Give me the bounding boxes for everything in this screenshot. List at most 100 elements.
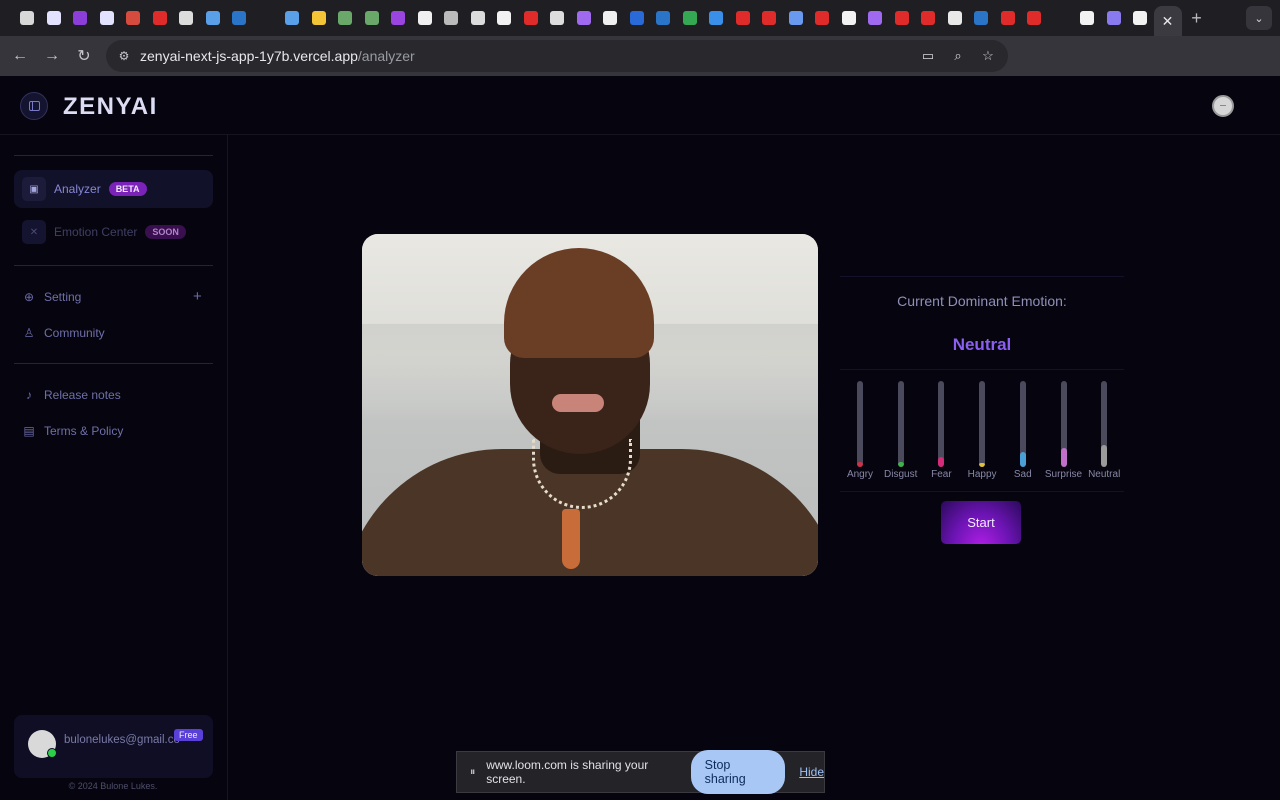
cb-icon[interactable] [624,0,651,36]
sidebar-item-release-notes[interactable]: ♪ Release notes [22,388,121,402]
z-icon[interactable] [67,0,94,36]
sidebar-item-label: Community [44,326,105,340]
blob-icon[interactable] [359,0,386,36]
tab-search-icon[interactable]: ⌄ [1246,6,1272,30]
emotion-panel: Current Dominant Emotion: Neutral Angry D… [840,276,1124,492]
sidebar-item-label: Emotion Center [54,225,138,239]
user-card[interactable]: bulonelukes@gmail.com Free [14,715,213,778]
gemini-icon[interactable] [783,0,810,36]
share-message: www.loom.com is sharing your screen. [486,758,649,786]
sidebar-item-setting[interactable]: ⊕ Setting [22,290,81,304]
compass-icon[interactable] [862,0,889,36]
youtube-icon[interactable] [147,0,174,36]
sidebar-divider [14,155,213,156]
hide-link[interactable]: Hide [799,765,824,779]
bar-track [1101,381,1108,467]
chrome-icon[interactable] [14,0,41,36]
image-icon: ▣ [22,177,46,201]
brand-logo: ZENYAI [63,93,158,120]
sidebar-item-community[interactable]: ♙ Community [22,326,105,340]
back-icon[interactable]: ← [4,36,36,76]
panel-divider [840,491,1124,492]
hugging-icon[interactable] [306,0,333,36]
user-email: bulonelukes@gmail.com [64,734,180,746]
close-tab-icon[interactable]: ✕ [1162,13,1174,30]
address-bar[interactable]: ⚙ zenyai-next-js-app-1y7b.vercel.app/ana… [106,40,1008,72]
youtube-icon[interactable] [730,0,757,36]
expand-plus-icon[interactable]: + [193,288,202,305]
browser-tab-strip: ✕ + ⌄ [0,0,1280,36]
dominant-emotion: Neutral [952,335,1012,354]
maps-icon[interactable] [677,0,704,36]
sidebar-toggle-icon[interactable] [20,92,48,120]
award-icon: ♙ [23,326,35,340]
app-header: ZENYAI [0,76,1280,135]
triangle-icon[interactable] [1127,0,1154,36]
gmail-icon[interactable] [120,0,147,36]
reload-icon[interactable]: ↻ [68,36,100,76]
bar-fill [979,463,986,467]
headphones-icon[interactable] [279,0,306,36]
stack-icon[interactable] [94,0,121,36]
youtube-icon[interactable] [915,0,942,36]
youtube-icon[interactable] [809,0,836,36]
sidebar-item-label: Analyzer [54,182,101,196]
avatar [28,730,57,758]
google-icon[interactable] [942,0,969,36]
triangle-icon[interactable] [491,0,518,36]
blank-icon[interactable] [253,0,280,36]
zenyai-app: ZENYAI ▣ Analyzer BETA ✕ Emotion Center … [0,76,1280,800]
bar-track [857,381,863,467]
camera-icon[interactable]: ▭ [918,46,938,66]
panel-divider [840,369,1124,370]
stop-sharing-button[interactable]: Stop sharing [690,750,786,794]
linkedin-icon[interactable] [226,0,253,36]
screen-share-bar: ⏸ www.loom.com is sharing your screen. S… [456,750,825,794]
forward-icon[interactable]: → [36,36,68,76]
cloud-icon[interactable] [544,0,571,36]
ai-icon[interactable] [438,0,465,36]
triangle-icon[interactable] [836,0,863,36]
site-settings-icon[interactable]: ⚙ [116,48,132,64]
url-path: /analyzer [357,48,415,64]
sidebar-item-terms[interactable]: ▤ Terms & Policy [22,424,123,438]
compass-icon[interactable] [571,0,598,36]
plus-circle-icon: ⊕ [23,290,35,304]
headphones-icon[interactable] [200,0,227,36]
r-icon[interactable] [597,0,624,36]
youtube-icon[interactable] [756,0,783,36]
webcam-feed [362,234,818,576]
sidebar-item-label: Setting [44,290,82,304]
pause-icon[interactable]: ⏸ [465,766,480,779]
s-icon[interactable] [385,0,412,36]
blob-icon[interactable] [332,0,359,36]
sidebar-item-emotion-center: ✕ Emotion Center SOON [14,213,213,251]
bug-icon[interactable] [173,0,200,36]
header-avatar[interactable] [1212,95,1234,117]
bug-icon[interactable] [465,0,492,36]
bookmark-star-icon[interactable]: ☆ [978,46,998,66]
start-button[interactable]: Start [941,501,1021,544]
blank-icon[interactable] [1048,0,1075,36]
youtube-icon[interactable] [518,0,545,36]
plan-badge: Free [174,729,203,741]
active-tab[interactable]: ✕ [1153,6,1182,36]
sidebar-item-analyzer[interactable]: ▣ Analyzer BETA [14,170,213,208]
zoom-icon[interactable]: ⌕ [948,46,968,66]
bar-track [1019,381,1026,467]
youtube-icon[interactable] [995,0,1022,36]
bar-fill [857,461,863,467]
youtube-icon[interactable] [1021,0,1048,36]
v-icon[interactable] [703,0,730,36]
sidebar-divider [14,363,213,364]
sidebar-divider [14,265,213,266]
triangle-icon[interactable] [1074,0,1101,36]
linkedin-icon[interactable] [650,0,677,36]
gear-icon[interactable] [1101,0,1128,36]
youtube-icon[interactable] [889,0,916,36]
new-tab-button[interactable]: + [1182,0,1212,36]
bar-fill [1060,448,1067,467]
linkedin-icon[interactable] [968,0,995,36]
stack-icon[interactable] [41,0,68,36]
i-icon[interactable] [412,0,439,36]
